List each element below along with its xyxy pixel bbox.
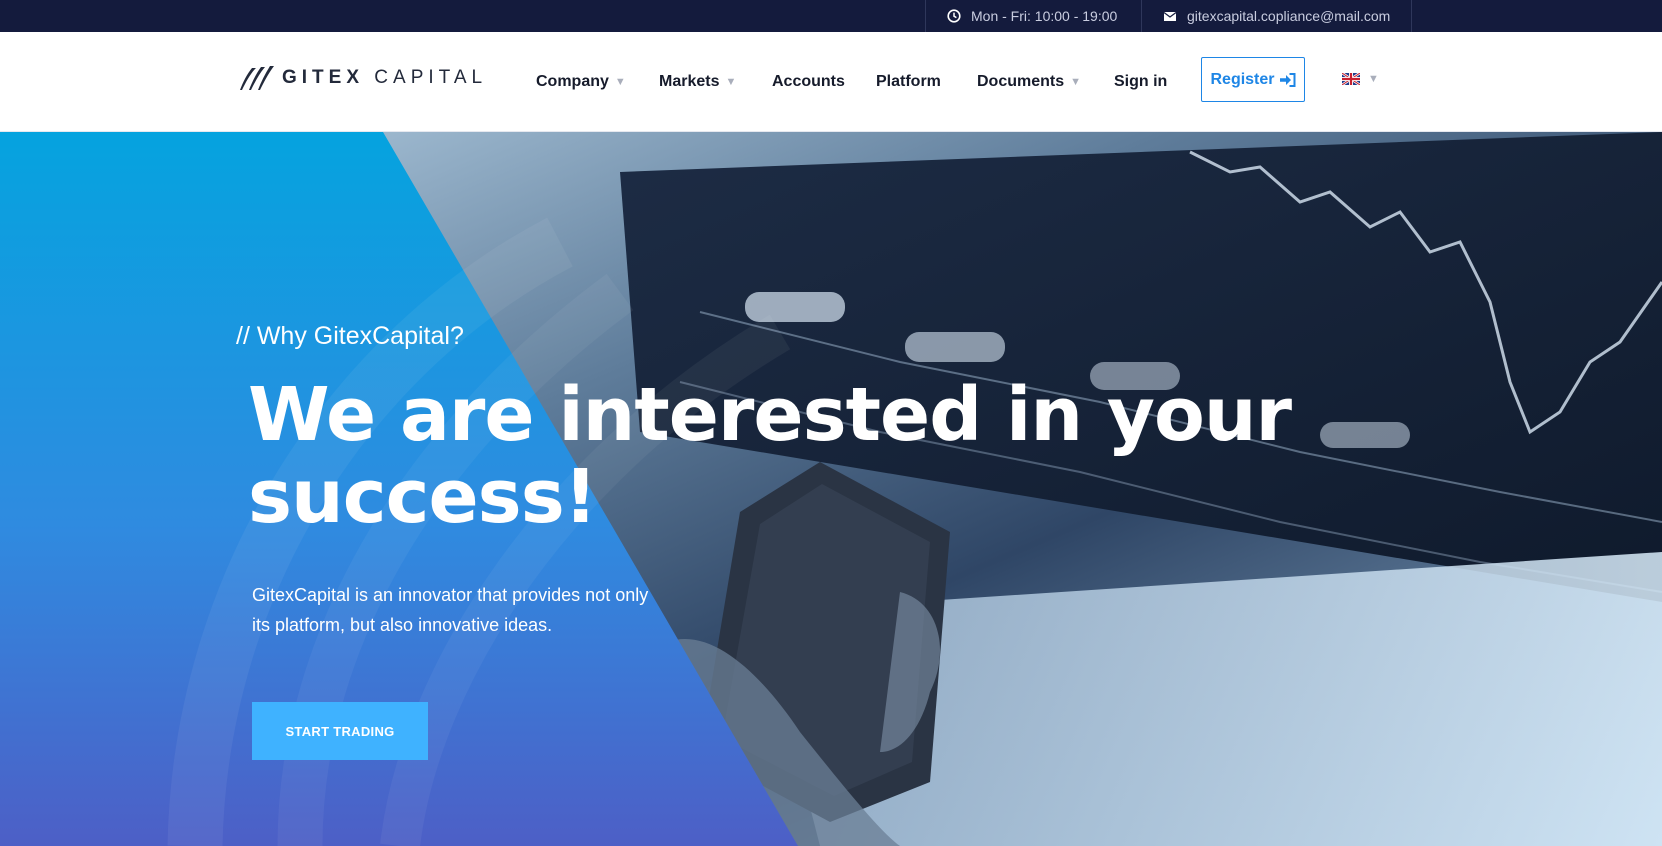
language-selector[interactable]: ▼ bbox=[1342, 73, 1379, 85]
site-logo[interactable]: GITEX CAPITAL bbox=[240, 63, 487, 93]
contact-email[interactable]: gitexcapital.copliance@mail.com bbox=[1141, 0, 1412, 32]
hero-subtext: GitexCapital is an innovator that provid… bbox=[252, 585, 649, 635]
start-trading-button[interactable]: START TRADING bbox=[252, 702, 428, 760]
envelope-icon bbox=[1163, 9, 1177, 23]
logo-brand-light: CAPITAL bbox=[374, 67, 488, 88]
contact-email-text[interactable]: gitexcapital.copliance@mail.com bbox=[1187, 8, 1390, 24]
sign-in-icon bbox=[1279, 72, 1296, 87]
logo-brand-bold: GITEX bbox=[282, 67, 365, 88]
register-button[interactable]: Register bbox=[1201, 57, 1305, 102]
working-hours: Mon - Fri: 10:00 - 19:00 bbox=[925, 0, 1141, 32]
nav-accounts[interactable]: Accounts bbox=[772, 73, 845, 91]
top-info-bar: Mon - Fri: 10:00 - 19:00 gitexcapital.co… bbox=[0, 0, 1662, 32]
nav-sign-in-label: Sign in bbox=[1114, 73, 1168, 90]
clock-icon bbox=[947, 9, 961, 23]
nav-platform-label: Platform bbox=[876, 73, 941, 90]
hero-eyebrow: // Why GitexCapital? bbox=[236, 322, 464, 350]
uk-flag-icon bbox=[1342, 73, 1360, 85]
hero-headline-line1: We are interested in your bbox=[248, 372, 1292, 458]
logo-mark-icon bbox=[240, 66, 274, 90]
hero-headline-line2: success! bbox=[248, 454, 597, 540]
chevron-down-icon: ▼ bbox=[614, 76, 626, 88]
hero-headline: We are interested in your success! bbox=[248, 374, 1348, 538]
chevron-down-icon: ▼ bbox=[725, 76, 737, 88]
nav-documents[interactable]: Documents ▼ bbox=[977, 73, 1081, 91]
nav-company[interactable]: Company ▼ bbox=[536, 73, 626, 91]
working-hours-text: Mon - Fri: 10:00 - 19:00 bbox=[971, 8, 1118, 24]
chevron-down-icon: ▼ bbox=[1070, 76, 1082, 88]
hero-section: // Why GitexCapital? We are interested i… bbox=[0, 132, 1662, 846]
nav-markets[interactable]: Markets ▼ bbox=[659, 73, 736, 91]
register-label: Register bbox=[1210, 70, 1275, 88]
site-header: GITEX CAPITAL Company ▼ Markets ▼ Accounts… bbox=[0, 32, 1662, 132]
nav-company-label: Company bbox=[536, 73, 609, 90]
nav-markets-label: Markets bbox=[659, 73, 720, 90]
nav-accounts-label: Accounts bbox=[772, 73, 845, 90]
chevron-down-icon: ▼ bbox=[1368, 73, 1379, 85]
nav-sign-in[interactable]: Sign in bbox=[1114, 73, 1167, 91]
nav-platform[interactable]: Platform bbox=[876, 73, 941, 91]
nav-documents-label: Documents bbox=[977, 73, 1065, 90]
